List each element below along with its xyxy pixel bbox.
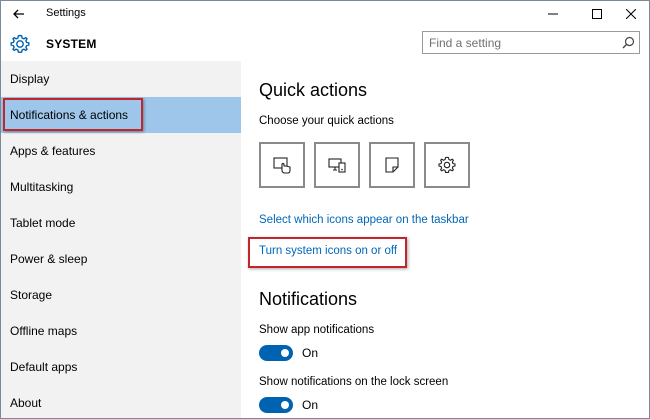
page-header: SYSTEM: [1, 27, 649, 61]
search-icon[interactable]: [622, 36, 635, 49]
close-icon: [626, 9, 636, 19]
sidebar-item-power-sleep[interactable]: Power & sleep: [1, 241, 241, 277]
search-box[interactable]: [422, 31, 640, 54]
sidebar-item-multitasking[interactable]: Multitasking: [1, 169, 241, 205]
sidebar-item-label: Multitasking: [10, 180, 74, 194]
title-bar: Settings: [1, 1, 649, 27]
system-icons-link[interactable]: Turn system icons on or off: [259, 245, 397, 257]
quick-actions-subheading: Choose your quick actions: [259, 115, 394, 127]
toggle-state-label: On: [302, 398, 319, 412]
sidebar-item-label: Display: [10, 72, 50, 86]
tablet-mode-icon: [273, 157, 291, 174]
sidebar-item-apps-features[interactable]: Apps & features: [1, 133, 241, 169]
sidebar-item-offline-maps[interactable]: Offline maps: [1, 313, 241, 349]
settings-window: Settings SYSTEM Find a setting Display N…: [0, 0, 650, 419]
minimize-icon: [548, 13, 558, 15]
system-gear-icon: [10, 34, 30, 53]
sidebar-item-label: Power & sleep: [10, 252, 88, 266]
toggle-knob: [281, 401, 289, 409]
quick-action-tile-4[interactable]: [424, 142, 470, 188]
sidebar-item-label: Default apps: [10, 360, 78, 374]
minimize-button[interactable]: [537, 1, 569, 27]
toggle-state-label: On: [302, 346, 319, 360]
quick-action-tile-3[interactable]: [369, 142, 415, 188]
section-title: SYSTEM: [46, 37, 97, 51]
sidebar-item-label: Notifications & actions: [10, 108, 129, 122]
toggle-knob: [281, 349, 289, 357]
quick-actions-heading: Quick actions: [259, 80, 368, 100]
quick-action-tile-2[interactable]: [314, 142, 360, 188]
note-icon: [385, 157, 399, 173]
sidebar: Display Notifications & actions Apps & f…: [1, 61, 241, 418]
sidebar-item-label: Tablet mode: [10, 216, 76, 230]
setting-label: Show app notifications: [259, 324, 375, 336]
maximize-icon: [592, 9, 602, 19]
taskbar-icons-link[interactable]: Select which icons appear on the taskbar: [259, 214, 469, 226]
sidebar-item-label: About: [10, 396, 42, 410]
sidebar-item-label: Offline maps: [10, 324, 78, 338]
notifications-heading: Notifications: [259, 289, 358, 309]
sidebar-item-about[interactable]: About: [1, 385, 241, 418]
setting-label: Show notifications on the lock screen: [259, 376, 449, 388]
quick-action-tile-1[interactable]: [259, 142, 305, 188]
sidebar-item-default-apps[interactable]: Default apps: [1, 349, 241, 385]
sidebar-item-storage[interactable]: Storage: [1, 277, 241, 313]
lock-screen-notifications-toggle[interactable]: [259, 397, 293, 413]
sidebar-item-label: Storage: [10, 288, 53, 302]
window-title: Settings: [46, 7, 86, 19]
connect-icon: [328, 158, 346, 173]
settings-icon: [438, 156, 456, 173]
sidebar-item-display[interactable]: Display: [1, 61, 241, 97]
search-input[interactable]: [429, 35, 615, 51]
back-button[interactable]: [9, 4, 29, 24]
maximize-button[interactable]: [581, 1, 613, 27]
main-content: Quick actions Choose your quick actions: [241, 61, 649, 418]
sidebar-item-tablet-mode[interactable]: Tablet mode: [1, 205, 241, 241]
sidebar-item-label: Apps & features: [10, 144, 96, 158]
close-button[interactable]: [615, 1, 647, 27]
app-notifications-toggle[interactable]: [259, 345, 293, 361]
sidebar-item-notifications-actions[interactable]: Notifications & actions: [1, 97, 241, 133]
back-arrow-icon: [13, 9, 24, 19]
